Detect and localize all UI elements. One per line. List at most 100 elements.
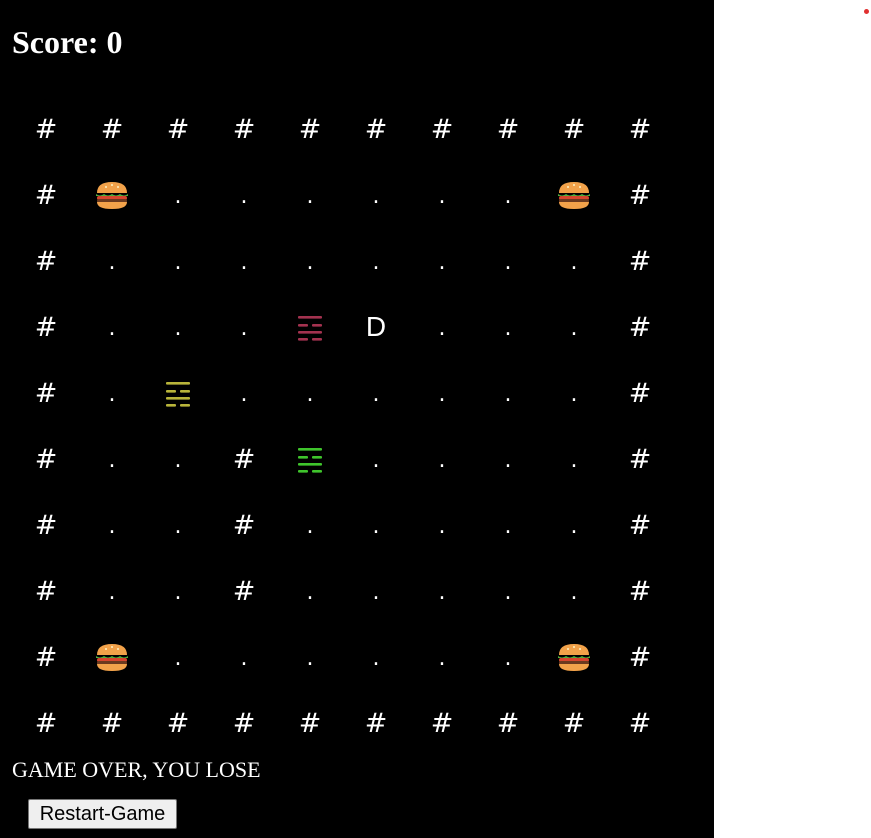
burger-power-pellet — [541, 624, 607, 690]
wall-cell: # — [34, 509, 58, 541]
pellet-dot: . — [438, 514, 446, 539]
pellet-dot: . — [570, 514, 578, 539]
pellet-dot: . — [438, 580, 446, 605]
pellet-dot: . — [372, 514, 380, 539]
pellet-dot: . — [570, 382, 578, 407]
wall-cell: # — [34, 641, 58, 673]
wall-cell: # — [232, 509, 256, 541]
pellet-dot: . — [306, 514, 314, 539]
pellet-dot: . — [306, 646, 314, 671]
restart-game-button[interactable]: Restart-Game — [28, 799, 177, 829]
wall-cell: # — [496, 113, 520, 145]
burger-icon — [96, 182, 128, 209]
pellet-dot: . — [174, 184, 182, 209]
burger-icon — [96, 644, 128, 671]
wall-cell: # — [166, 707, 190, 739]
pellet-dot: . — [438, 448, 446, 473]
wall-cell: # — [34, 245, 58, 277]
pellet-dot: . — [372, 250, 380, 275]
pellet-dot: . — [306, 382, 314, 407]
pellet-dot: . — [174, 646, 182, 671]
wall-cell: # — [562, 113, 586, 145]
pellet-dot: . — [570, 316, 578, 341]
pellet-dot: . — [306, 184, 314, 209]
burger-power-pellet — [541, 162, 607, 228]
pellet-dot: . — [570, 250, 578, 275]
pellet-dot: . — [174, 580, 182, 605]
recording-indicator-dot — [864, 9, 869, 14]
pellet-dot: . — [108, 250, 116, 275]
pellet-dot: . — [108, 316, 116, 341]
pellet-dot: . — [108, 514, 116, 539]
pellet-dot: . — [108, 382, 116, 407]
wall-cell: # — [34, 707, 58, 739]
burger-power-pellet — [79, 624, 145, 690]
wall-cell: # — [628, 113, 652, 145]
wall-cell: # — [430, 707, 454, 739]
pellet-dot: . — [174, 448, 182, 473]
wall-cell: # — [166, 113, 190, 145]
wall-cell: # — [496, 707, 520, 739]
wall-cell: # — [628, 311, 652, 343]
wall-cell: # — [34, 113, 58, 145]
wall-cell: # — [34, 377, 58, 409]
pellet-dot: . — [372, 382, 380, 407]
wall-cell: # — [100, 707, 124, 739]
wall-cell: # — [364, 113, 388, 145]
pellet-dot: . — [240, 382, 248, 407]
pellet-dot: . — [240, 646, 248, 671]
wall-cell: # — [34, 311, 58, 343]
pellet-dot: . — [438, 184, 446, 209]
wall-cell: # — [100, 113, 124, 145]
pellet-dot: . — [240, 184, 248, 209]
pellet-dot: . — [570, 580, 578, 605]
pellet-dot: . — [504, 316, 512, 341]
wall-cell: # — [628, 245, 652, 277]
game-board: # # # # # # # # # # #...... # #........ # #... D... # #..… — [13, 96, 673, 756]
ghost-enemy — [277, 294, 343, 360]
pellet-dot: . — [240, 250, 248, 275]
pellet-dot: . — [306, 250, 314, 275]
game-panel: Score: 0 # # # # # # # # # # #...... # #........ # #..… — [0, 0, 714, 838]
pellet-dot: . — [438, 646, 446, 671]
pellet-dot: . — [108, 580, 116, 605]
wall-cell: # — [430, 113, 454, 145]
pellet-dot: . — [438, 316, 446, 341]
ghost-enemy — [145, 360, 211, 426]
wall-cell: # — [628, 443, 652, 475]
wall-cell: # — [232, 443, 256, 475]
wall-cell: # — [34, 575, 58, 607]
pellet-dot: . — [570, 448, 578, 473]
wall-cell: # — [562, 707, 586, 739]
pellet-dot: . — [438, 382, 446, 407]
burger-icon — [558, 644, 590, 671]
pellet-dot: . — [240, 316, 248, 341]
player-pacman: D — [365, 311, 387, 342]
wall-cell: # — [34, 179, 58, 211]
pellet-dot: . — [504, 250, 512, 275]
pellet-dot: . — [372, 448, 380, 473]
game-status-message: GAME OVER, YOU LOSE — [12, 757, 261, 782]
wall-cell: # — [34, 443, 58, 475]
wall-cell: # — [628, 179, 652, 211]
pellet-dot: . — [108, 448, 116, 473]
pellet-dot: . — [372, 184, 380, 209]
pellet-dot: . — [504, 184, 512, 209]
ghost-icon — [298, 316, 322, 341]
pellet-dot: . — [504, 448, 512, 473]
wall-cell: # — [298, 113, 322, 145]
wall-cell: # — [364, 707, 388, 739]
pellet-dot: . — [372, 646, 380, 671]
pellet-dot: . — [504, 646, 512, 671]
wall-cell: # — [232, 575, 256, 607]
wall-cell: # — [628, 707, 652, 739]
pellet-dot: . — [438, 250, 446, 275]
ghost-icon — [166, 382, 190, 407]
pellet-dot: . — [504, 580, 512, 605]
wall-cell: # — [628, 641, 652, 673]
ghost-enemy — [277, 426, 343, 492]
burger-icon — [558, 182, 590, 209]
wall-cell: # — [298, 707, 322, 739]
pellet-dot: . — [306, 580, 314, 605]
wall-cell: # — [628, 377, 652, 409]
